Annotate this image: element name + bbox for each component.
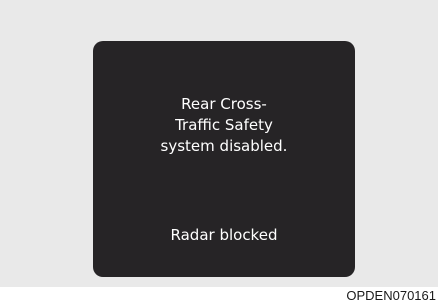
warning-message-line: system disabled. (160, 137, 288, 155)
warning-message-line: Traffic Safety (175, 116, 273, 134)
warning-message: Rear Cross- Traffic Safety system disabl… (93, 94, 355, 157)
figure-code: OPDEN070161 (346, 288, 436, 303)
radar-status-text: Radar blocked (170, 226, 278, 244)
cluster-display-screen: Rear Cross- Traffic Safety system disabl… (93, 41, 355, 277)
warning-message-line: Rear Cross- (181, 95, 267, 113)
